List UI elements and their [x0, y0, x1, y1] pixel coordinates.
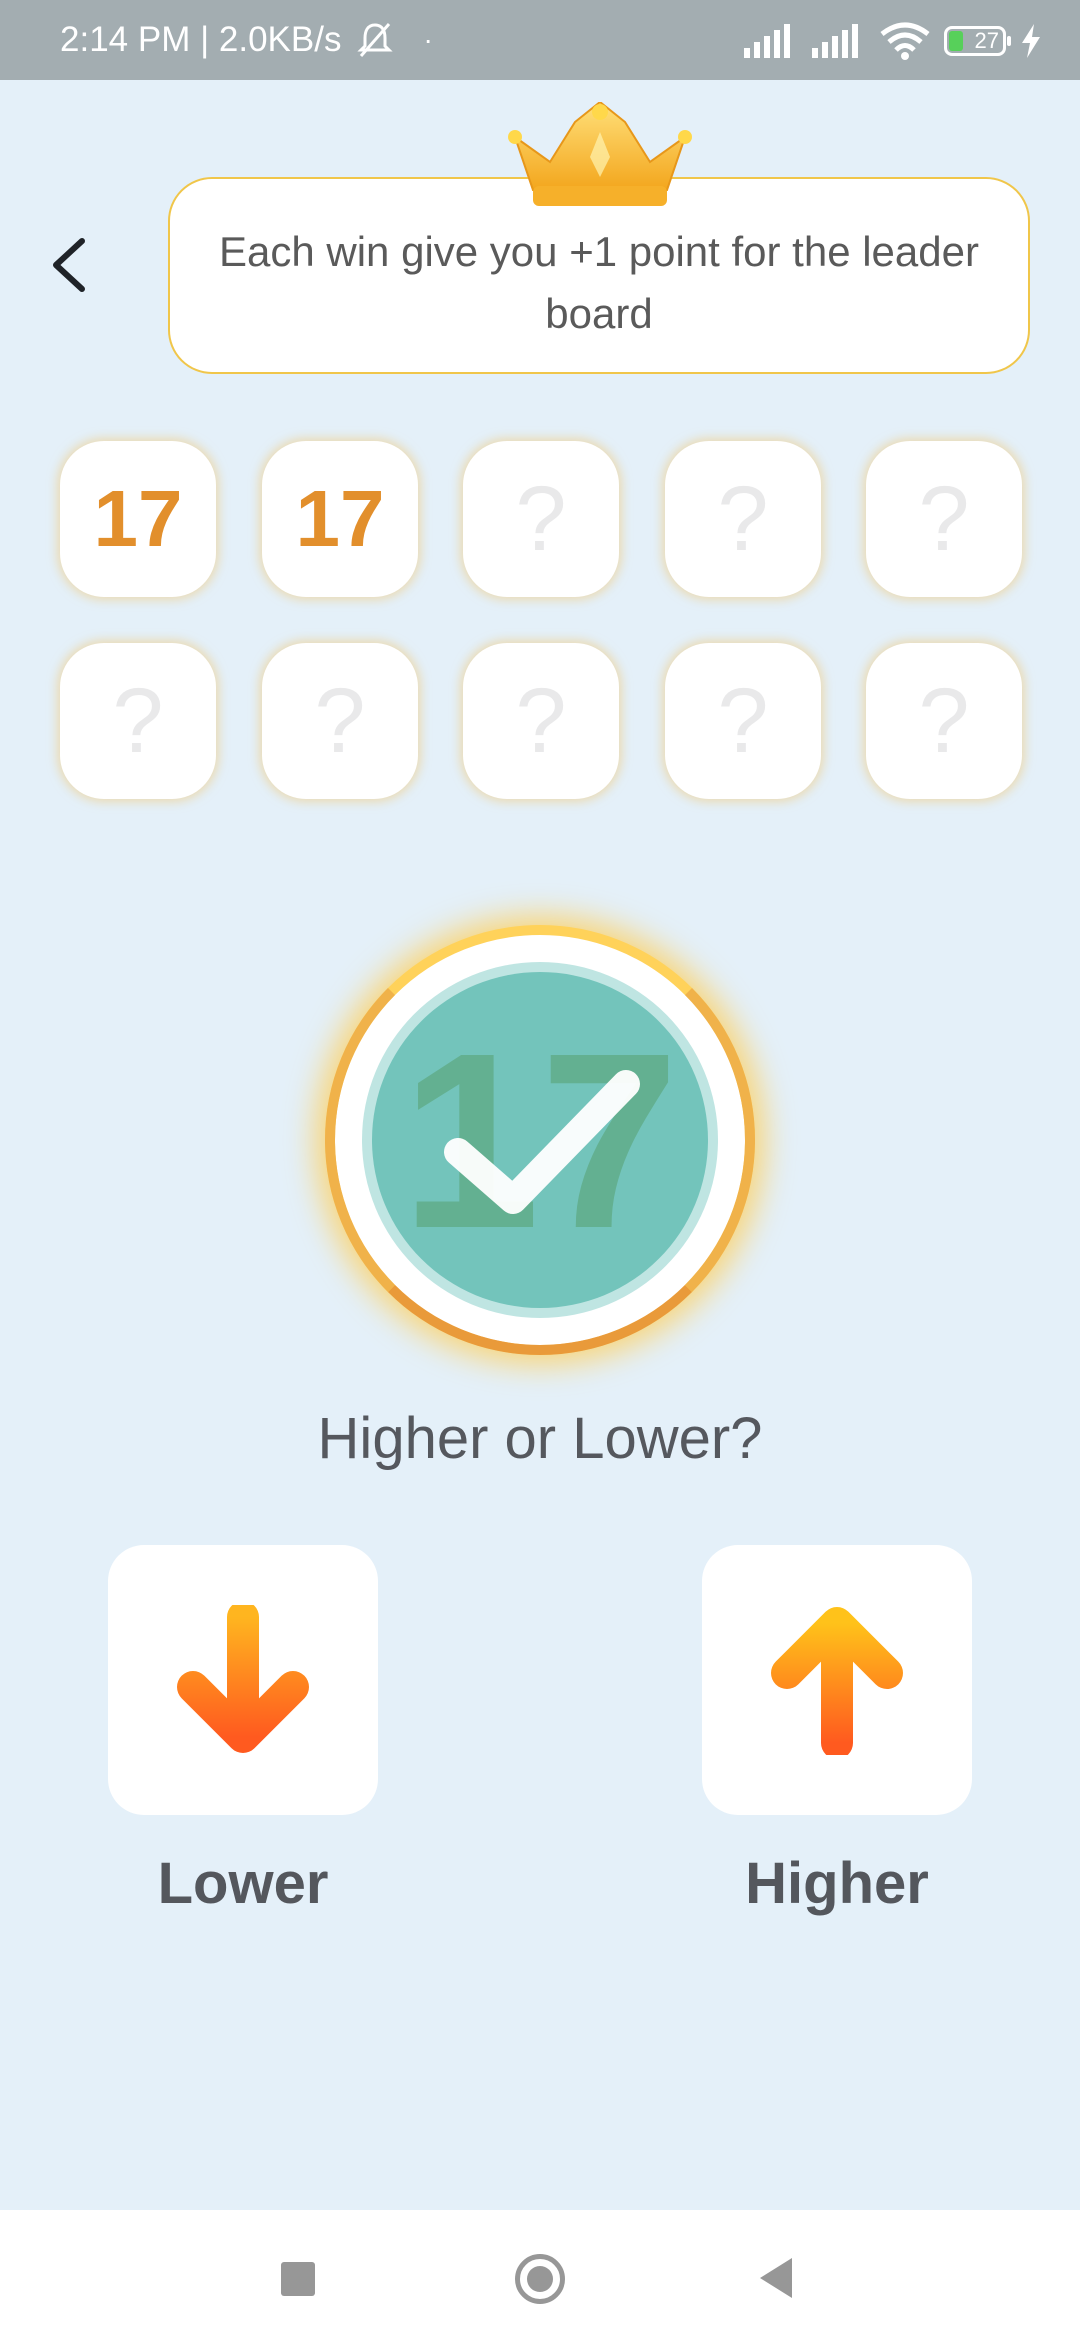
- battery-icon: 27: [944, 26, 1011, 56]
- home-button[interactable]: [515, 2254, 565, 2304]
- charging-icon: [1022, 24, 1040, 58]
- battery-fill: [949, 31, 963, 51]
- system-nav-bar: [0, 2210, 1080, 2340]
- higher-button[interactable]: [702, 1545, 972, 1815]
- card-value: ?: [314, 669, 366, 772]
- card-2: 17: [262, 441, 418, 597]
- card-3: ?: [463, 441, 619, 597]
- status-dot: ·: [423, 24, 433, 55]
- battery-nub: [1007, 36, 1011, 46]
- checkmark-icon: [444, 1070, 640, 1214]
- nav-back-button[interactable]: [760, 2258, 792, 2298]
- card-7: ?: [262, 643, 418, 799]
- arrow-up-icon: [771, 1607, 903, 1755]
- card-value: 17: [295, 474, 385, 563]
- lower-button[interactable]: [108, 1545, 378, 1815]
- status-left: 2:14 PM | 2.0KB/s ·: [60, 20, 433, 60]
- back-button[interactable]: [40, 225, 100, 305]
- question-text: Higher or Lower?: [317, 1406, 763, 1471]
- card-value: ?: [918, 467, 970, 570]
- card-9: ?: [665, 643, 821, 799]
- status-time-speed: 2:14 PM | 2.0KB/s: [60, 20, 342, 59]
- lower-label: Lower: [157, 1851, 329, 1916]
- status-right: 27: [744, 22, 1042, 60]
- recents-button[interactable]: [281, 2262, 315, 2296]
- card-6: ?: [60, 643, 216, 799]
- card-1: 17: [60, 441, 216, 597]
- battery-level: 27: [974, 28, 999, 53]
- arrow-down-icon: [177, 1605, 309, 1753]
- card-value: ?: [515, 669, 567, 772]
- result-circle: 17: [325, 925, 755, 1355]
- bell-muted-icon: [357, 23, 394, 57]
- higher-label: Higher: [745, 1851, 929, 1916]
- signal-icon: [744, 24, 790, 58]
- card-value: ?: [717, 467, 769, 570]
- card-value: ?: [112, 669, 164, 772]
- signal-icon-2: [812, 24, 858, 58]
- card-8: ?: [463, 643, 619, 799]
- card-5: ?: [866, 441, 1022, 597]
- wifi-icon: [880, 22, 930, 60]
- card-10: ?: [866, 643, 1022, 799]
- card-4: ?: [665, 441, 821, 597]
- status-bar: 2:14 PM | 2.0KB/s · 27: [0, 0, 1080, 80]
- card-value: 17: [93, 474, 183, 563]
- crown-icon: [508, 102, 692, 206]
- card-value: ?: [515, 467, 567, 570]
- card-value: ?: [918, 669, 970, 772]
- banner-text: Each win give you +1 point for the leade…: [219, 227, 979, 337]
- card-value: ?: [717, 669, 769, 772]
- result-inner-circle: 17: [372, 972, 708, 1308]
